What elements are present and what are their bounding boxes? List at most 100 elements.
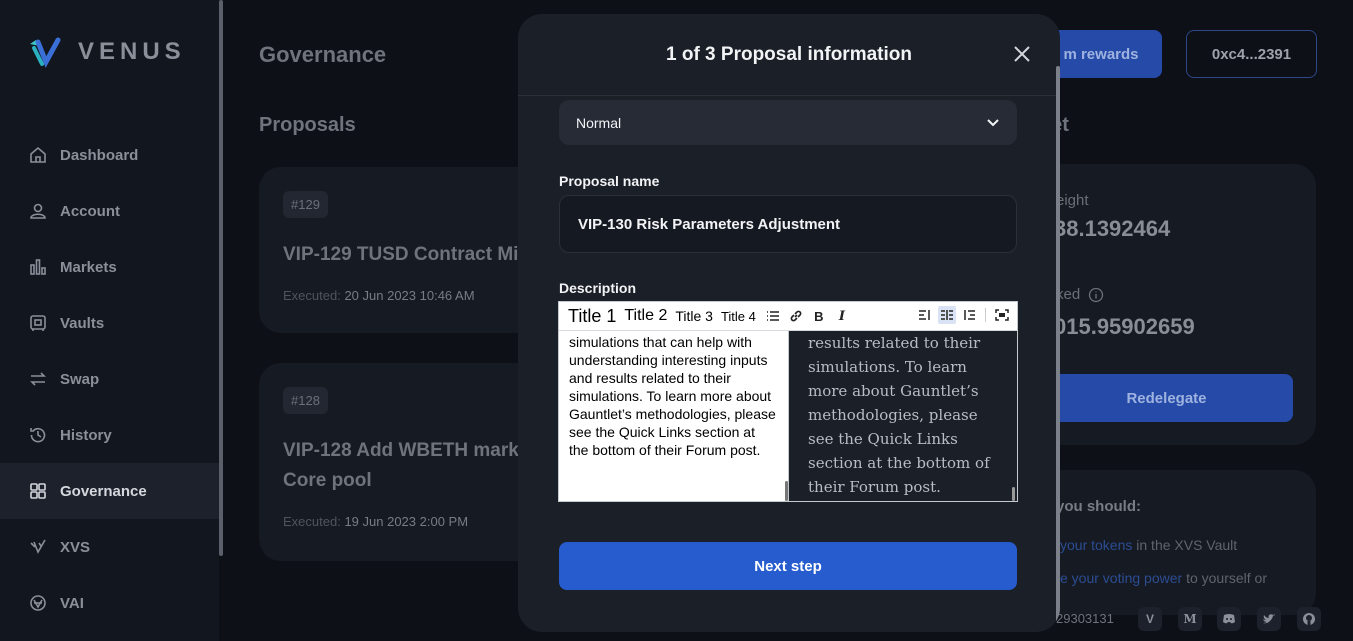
sidebar-item-label: Dashboard (60, 146, 139, 164)
voting-info-card: you should: your tokens in the XVS Vault… (1040, 470, 1316, 615)
proposal-name-label: Proposal name (559, 173, 660, 189)
modal-title: 1 of 3 Proposal information (666, 43, 912, 65)
proposal-name-input[interactable]: VIP-130 Risk Parameters Adjustment (559, 195, 1017, 253)
sidebar-item-account[interactable]: Account (0, 183, 219, 239)
bold-icon[interactable]: B (810, 307, 828, 325)
voting-weight-label: eight (1056, 192, 1089, 209)
preview-mode-icon[interactable] (960, 306, 978, 324)
fullscreen-icon[interactable] (993, 306, 1011, 324)
info-title: you should: (1056, 498, 1141, 515)
editor-view-controls (916, 306, 1011, 324)
editor-toolbar: Title 1 Title 2 Title 3 Title 4 B I (559, 302, 1017, 331)
page-title: Governance (259, 42, 387, 67)
discord-glyph (1223, 614, 1235, 624)
github-glyph (1303, 613, 1315, 625)
deposit-tokens-link[interactable]: your tokens (1060, 537, 1132, 553)
delegate-voting-power-link[interactable]: e your voting power (1060, 570, 1182, 586)
sidebar-item-label: Governance (60, 482, 147, 500)
italic-icon[interactable]: I (833, 307, 851, 325)
link-icon[interactable] (787, 307, 805, 325)
sidebar-scrollbar[interactable] (219, 0, 223, 556)
select-value: Normal (576, 114, 622, 131)
grid-icon (30, 483, 46, 499)
home-icon (30, 146, 46, 163)
sidebar-item-history[interactable]: History (0, 407, 219, 463)
history-icon (30, 427, 46, 443)
modal-scrollbar[interactable] (1056, 66, 1060, 632)
xvs-social-icon[interactable]: V (1138, 607, 1162, 631)
proposal-executed-status: Executed: 20 Jun 2023 10:46 AM (283, 288, 535, 303)
discord-icon[interactable] (1217, 607, 1241, 631)
sidebar-item-label: Markets (60, 258, 117, 276)
sidebar-item-vai[interactable]: VAI (0, 575, 219, 631)
sidebar-item-markets[interactable]: Markets (0, 239, 219, 295)
next-step-button[interactable]: Next step (559, 542, 1017, 590)
redelegate-button[interactable]: Redelegate (1040, 374, 1293, 422)
edit-mode-icon[interactable] (916, 306, 934, 324)
sidebar-item-dashboard[interactable]: Dashboard (0, 127, 219, 183)
proposal-id-badge: #128 (283, 387, 328, 414)
bar-chart-icon (30, 259, 46, 275)
proposal-id-badge: #129 (283, 191, 328, 218)
proposal-title: VIP-129 TUSD Contract Mi (283, 244, 519, 265)
title-3-button[interactable]: Title 3 (675, 308, 713, 324)
split-view-glyph (941, 310, 953, 320)
wallet-address-button[interactable]: 0xc4...2391 (1186, 30, 1317, 78)
info-line-2-text: to yourself or (1182, 570, 1268, 586)
voting-wallet-card: eight 38.1392464 ked 015.95902659 Redele… (1040, 164, 1316, 445)
proposal-modal: 1 of 3 Proposal information Normal Propo… (518, 14, 1060, 632)
executed-label: Executed: (283, 514, 341, 529)
sidebar-item-label: Account (60, 202, 120, 220)
info-line-2: e your voting power to yourself or (1060, 570, 1267, 586)
proposals-section-title: Proposals (259, 114, 356, 136)
sidebar-item-label: XVS (60, 538, 91, 556)
markdown-textarea[interactable]: simulations that can help with understan… (559, 331, 788, 501)
sidebar-item-swap[interactable]: Swap (0, 351, 219, 407)
fullscreen-glyph (995, 309, 1009, 321)
venus-logo[interactable]: VENUS (28, 36, 186, 68)
voting-weight-value: 38.1392464 (1054, 216, 1171, 241)
info-icon[interactable] (1088, 287, 1104, 303)
proposal-type-select[interactable]: Normal (559, 100, 1017, 145)
user-icon (30, 203, 46, 219)
close-icon[interactable] (1012, 44, 1032, 64)
sidebar-item-xvs[interactable]: XVS (0, 519, 219, 575)
sidebar-item-governance[interactable]: Governance (0, 463, 219, 519)
twitter-icon[interactable] (1257, 607, 1281, 631)
sidebar-item-label: History (60, 426, 112, 444)
sidebar-item-vaults[interactable]: Vaults (0, 295, 219, 351)
title-2-button[interactable]: Title 2 (624, 307, 667, 325)
info-line-1: your tokens in the XVS Vault (1060, 537, 1237, 553)
toolbar-divider (985, 308, 986, 322)
markdown-preview: results related to their simulations. To… (789, 331, 1017, 501)
modal-header: 1 of 3 Proposal information (518, 14, 1060, 96)
venus-logo-icon (30, 37, 61, 68)
locked-label-row: ked (1056, 286, 1104, 303)
edit-mode-glyph (919, 310, 930, 320)
locked-value: 015.95902659 (1054, 314, 1195, 339)
title-1-button[interactable]: Title 1 (568, 306, 616, 327)
proposal-title: VIP-128 Add WBETH marke Core pool (283, 436, 535, 496)
split-view-icon[interactable] (938, 306, 956, 324)
proposal-title-line: Core pool (283, 470, 372, 491)
list-icon[interactable] (764, 307, 782, 325)
sidebar-item-label: Vaults (60, 314, 105, 332)
preview-scrollbar[interactable] (1012, 487, 1015, 501)
twitter-glyph (1263, 614, 1275, 624)
sidebar-item-label: VAI (60, 594, 84, 612)
vai-icon (30, 595, 46, 611)
executed-label: Executed: (283, 288, 341, 303)
description-editor: Title 1 Title 2 Title 3 Title 4 B I simu… (558, 301, 1018, 502)
preview-mode-glyph (964, 310, 975, 320)
github-icon[interactable] (1297, 607, 1321, 631)
vault-icon (30, 315, 46, 331)
title-4-button[interactable]: Title 4 (721, 309, 756, 324)
proposal-card[interactable]: #129 VIP-129 TUSD Contract Mi Executed: … (259, 167, 559, 333)
info-line-1-text: in the XVS Vault (1132, 537, 1238, 553)
swap-icon (30, 372, 46, 386)
description-label: Description (559, 280, 637, 296)
medium-icon[interactable]: M (1178, 607, 1202, 631)
link-glyph (790, 310, 802, 322)
logo-text: VENUS (78, 38, 186, 65)
proposal-card[interactable]: #128 VIP-128 Add WBETH marke Core pool E… (259, 363, 559, 561)
